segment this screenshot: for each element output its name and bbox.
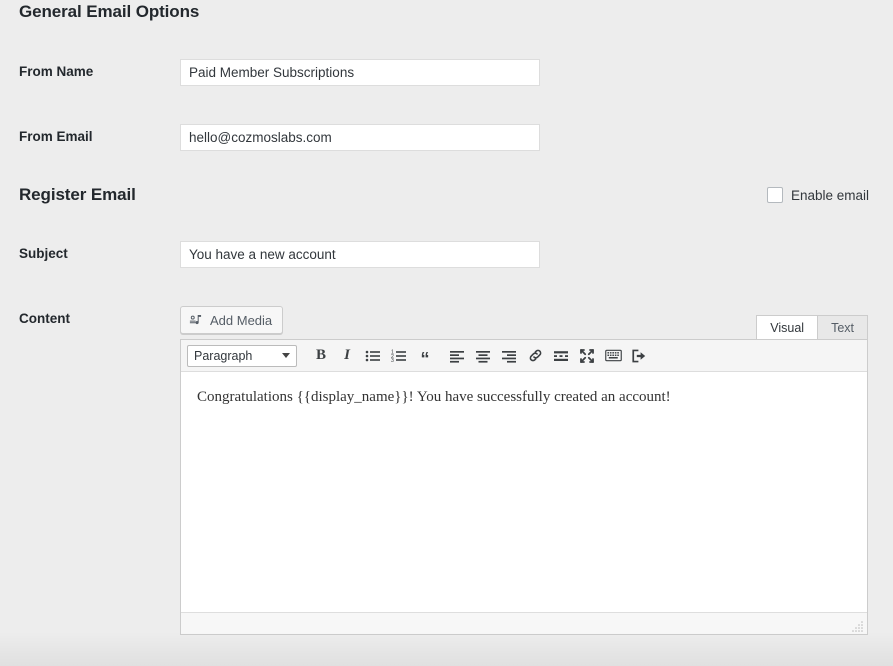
editor-box: Paragraph B I 1 2 3 “ Congratulations {{… [180, 339, 868, 635]
italic-icon[interactable]: I [335, 344, 359, 368]
tab-text[interactable]: Text [817, 315, 868, 339]
subject-input[interactable] [180, 241, 540, 268]
tab-visual[interactable]: Visual [756, 315, 819, 339]
media-icon [189, 313, 204, 328]
editor-top-bar: Add Media Visual Text [180, 306, 868, 339]
subject-label: Subject [19, 246, 68, 261]
content-label: Content [19, 311, 70, 326]
align-right-icon[interactable] [497, 344, 521, 368]
bold-icon[interactable]: B [309, 344, 333, 368]
keyboard-icon[interactable] [601, 344, 625, 368]
enable-email-checkbox[interactable] [766, 187, 783, 203]
content-editor: Add Media Visual Text Paragraph B I 1 2 … [180, 306, 868, 635]
editor-content-area[interactable]: Congratulations {{display_name}}! You ha… [181, 372, 867, 612]
fullscreen-icon[interactable] [575, 344, 599, 368]
align-left-icon[interactable] [445, 344, 469, 368]
bottom-shadow [0, 632, 893, 666]
blockquote-icon[interactable]: “ [413, 344, 437, 368]
add-media-button[interactable]: Add Media [180, 306, 284, 334]
resize-grip-icon[interactable] [852, 620, 864, 632]
general-email-options-heading: General Email Options [19, 2, 200, 21]
editor-mode-tabs: Visual Text [756, 315, 868, 339]
chevron-down-icon [282, 353, 290, 358]
paragraph-format-value: Paragraph [194, 348, 253, 363]
from-email-label: From Email [19, 129, 93, 144]
bulleted-list-icon[interactable] [361, 344, 385, 368]
from-name-input[interactable] [180, 59, 540, 86]
numbered-list-icon[interactable]: 1 2 3 [387, 344, 411, 368]
from-email-input[interactable] [180, 124, 540, 151]
editor-status-bar [181, 612, 867, 634]
enable-email-row[interactable]: Enable email [766, 187, 869, 203]
register-email-heading: Register Email [19, 185, 136, 204]
add-media-label: Add Media [210, 312, 273, 328]
exit-icon[interactable] [627, 344, 651, 368]
enable-email-label: Enable email [790, 187, 869, 203]
link-icon[interactable] [523, 344, 547, 368]
from-name-label: From Name [19, 64, 94, 79]
svg-text:3: 3 [391, 358, 394, 364]
editor-body-text: Congratulations {{display_name}}! You ha… [197, 389, 671, 405]
read-more-icon[interactable] [549, 344, 573, 368]
paragraph-format-select[interactable]: Paragraph [187, 344, 297, 367]
align-center-icon[interactable] [471, 344, 495, 368]
editor-toolbar: Paragraph B I 1 2 3 “ [181, 340, 867, 372]
settings-page: General Email Options From Name From Ema… [0, 0, 893, 666]
